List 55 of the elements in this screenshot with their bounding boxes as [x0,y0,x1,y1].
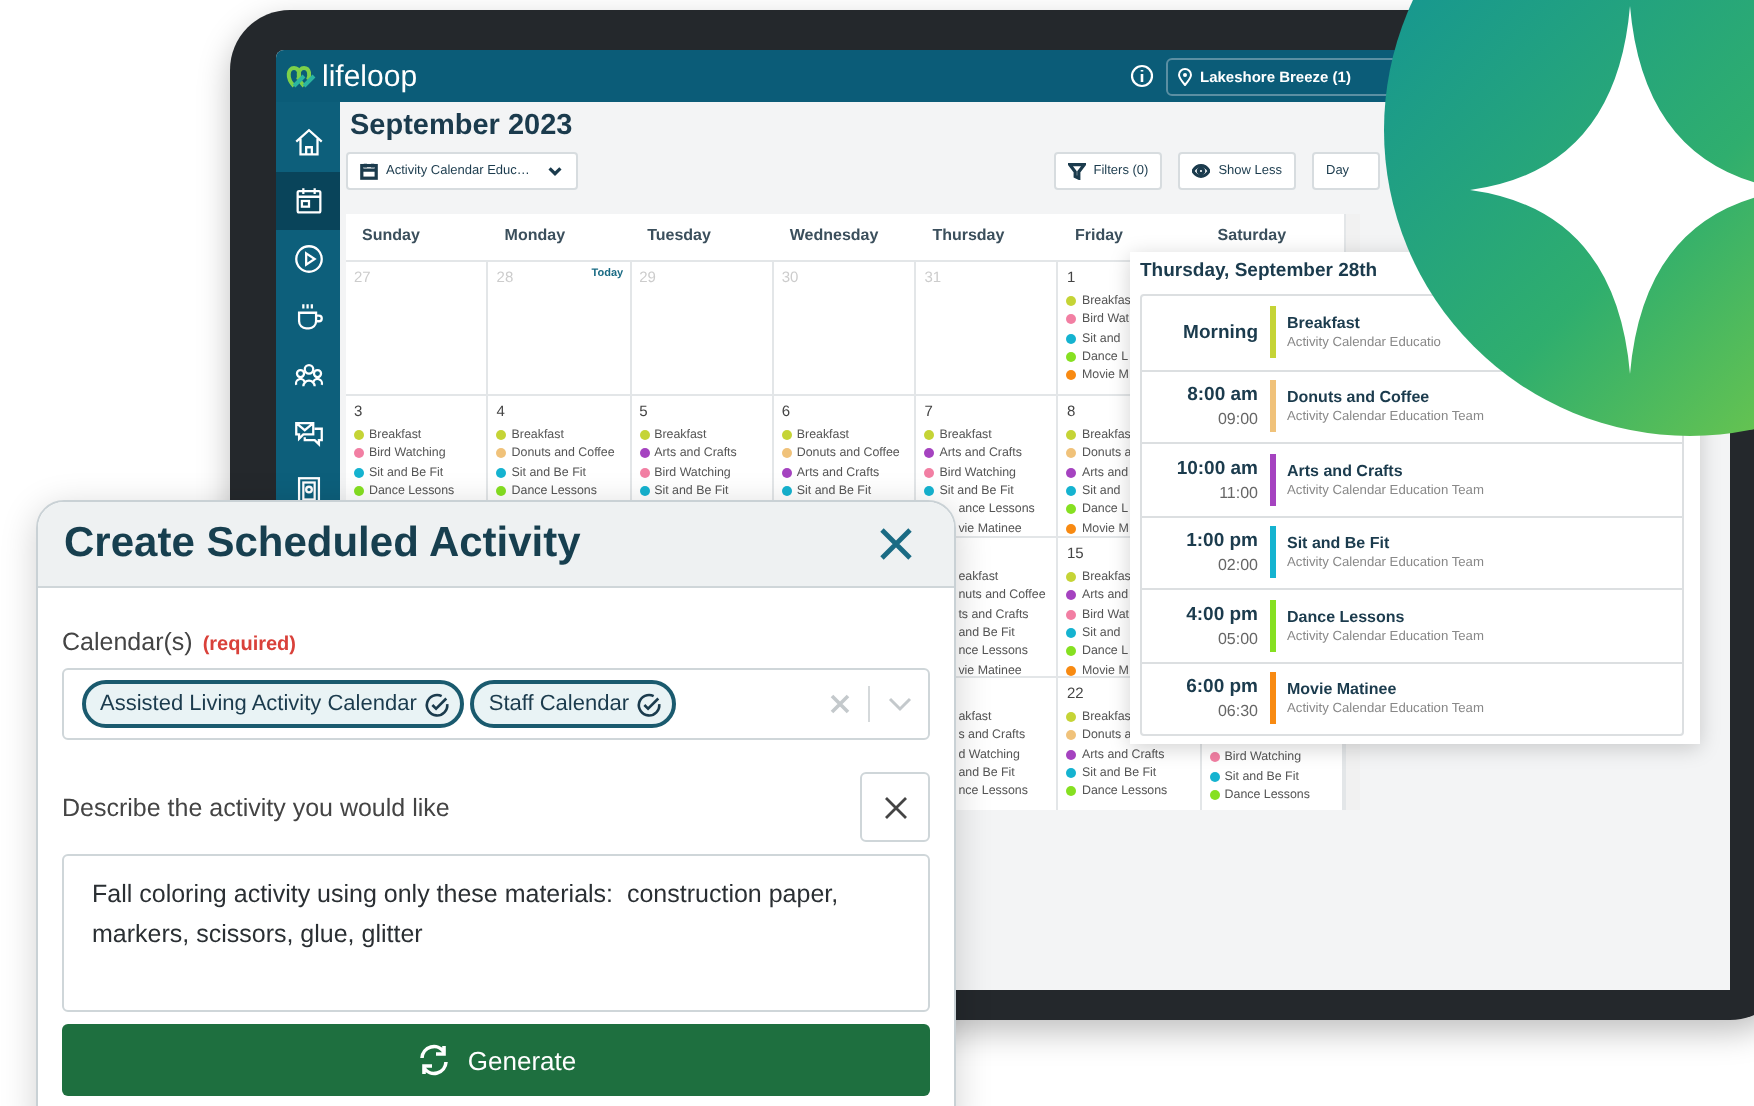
refresh-icon [415,1044,452,1076]
panel-title: Thursday, September 28th [1140,258,1380,284]
eye-icon [1192,161,1211,179]
event-time: 4:00 pm [1186,603,1258,626]
weekday-header: Friday [1072,224,1125,248]
people-icon [291,358,325,392]
weekday-header: Tuesday [645,224,713,248]
event-title: Sit and Be Fit [1287,534,1392,553]
event-title: Breakfast [1287,314,1362,333]
month-title: September 2023 [348,108,575,146]
weekday-header: Sunday [360,224,422,248]
event-time: 8:00 am [1187,384,1258,407]
calendar-icon [360,161,378,179]
field-label: Calendar(s) [62,628,193,656]
event-time: 6:00 pm [1186,676,1258,699]
filter-icon [1067,161,1086,179]
close-button[interactable] [878,526,914,562]
close-icon [883,795,907,819]
event-title: Movie Matinee [1287,680,1399,699]
event-time: Morning [1183,321,1258,344]
event-end-time: 11:00 [1219,483,1258,502]
generate-button[interactable]: Generate [62,1024,930,1096]
sidebar-button[interactable] [276,172,340,230]
event-time: 10:00 am [1176,457,1258,480]
check-circle-icon [636,691,663,717]
event-title: Arts and Crafts [1287,461,1405,480]
field-label: Describe the activity you would like [62,793,450,821]
chat-icon [291,416,325,450]
play-icon [291,242,325,276]
weekday-header: Saturday [1215,224,1289,248]
weekday-header: Monday [502,224,568,248]
event-title: Donuts and Coffee [1287,388,1432,407]
weekday-header: Thursday [930,224,1007,248]
event-end-time: 06:30 [1217,702,1258,721]
event-end-time: 02:00 [1217,556,1258,575]
calendar-select-field[interactable]: Assisted Living Activity Calendar Staff Calendar [62,668,930,740]
info-icon[interactable] [1130,64,1154,88]
calendar-icon [291,184,325,218]
check-circle-icon [424,691,451,717]
close-icon [878,526,914,562]
calendar-chip[interactable]: Assisted Living Activity Calendar [82,680,465,728]
description-field[interactable]: Fall coloring activity using only these materials: construction paper, markers, scissors, glue, glitter [62,854,930,1012]
chevron-down-icon [546,161,564,179]
event-title: Dance Lessons [1287,607,1407,626]
weekday-header: Wednesday [787,224,881,248]
calendar-chip[interactable]: Staff Calendar [470,680,677,728]
home-icon [291,126,325,160]
event-end-time: 09:00 [1217,410,1258,429]
logo-icon [286,63,318,89]
logo-text: lifeloop [322,59,418,93]
required-label: (required) [202,634,296,656]
pin-icon [1178,67,1192,85]
event-time: 1:00 pm [1186,530,1258,553]
clear-button[interactable] [860,772,930,842]
event-end-time: 05:00 [1217,629,1258,648]
